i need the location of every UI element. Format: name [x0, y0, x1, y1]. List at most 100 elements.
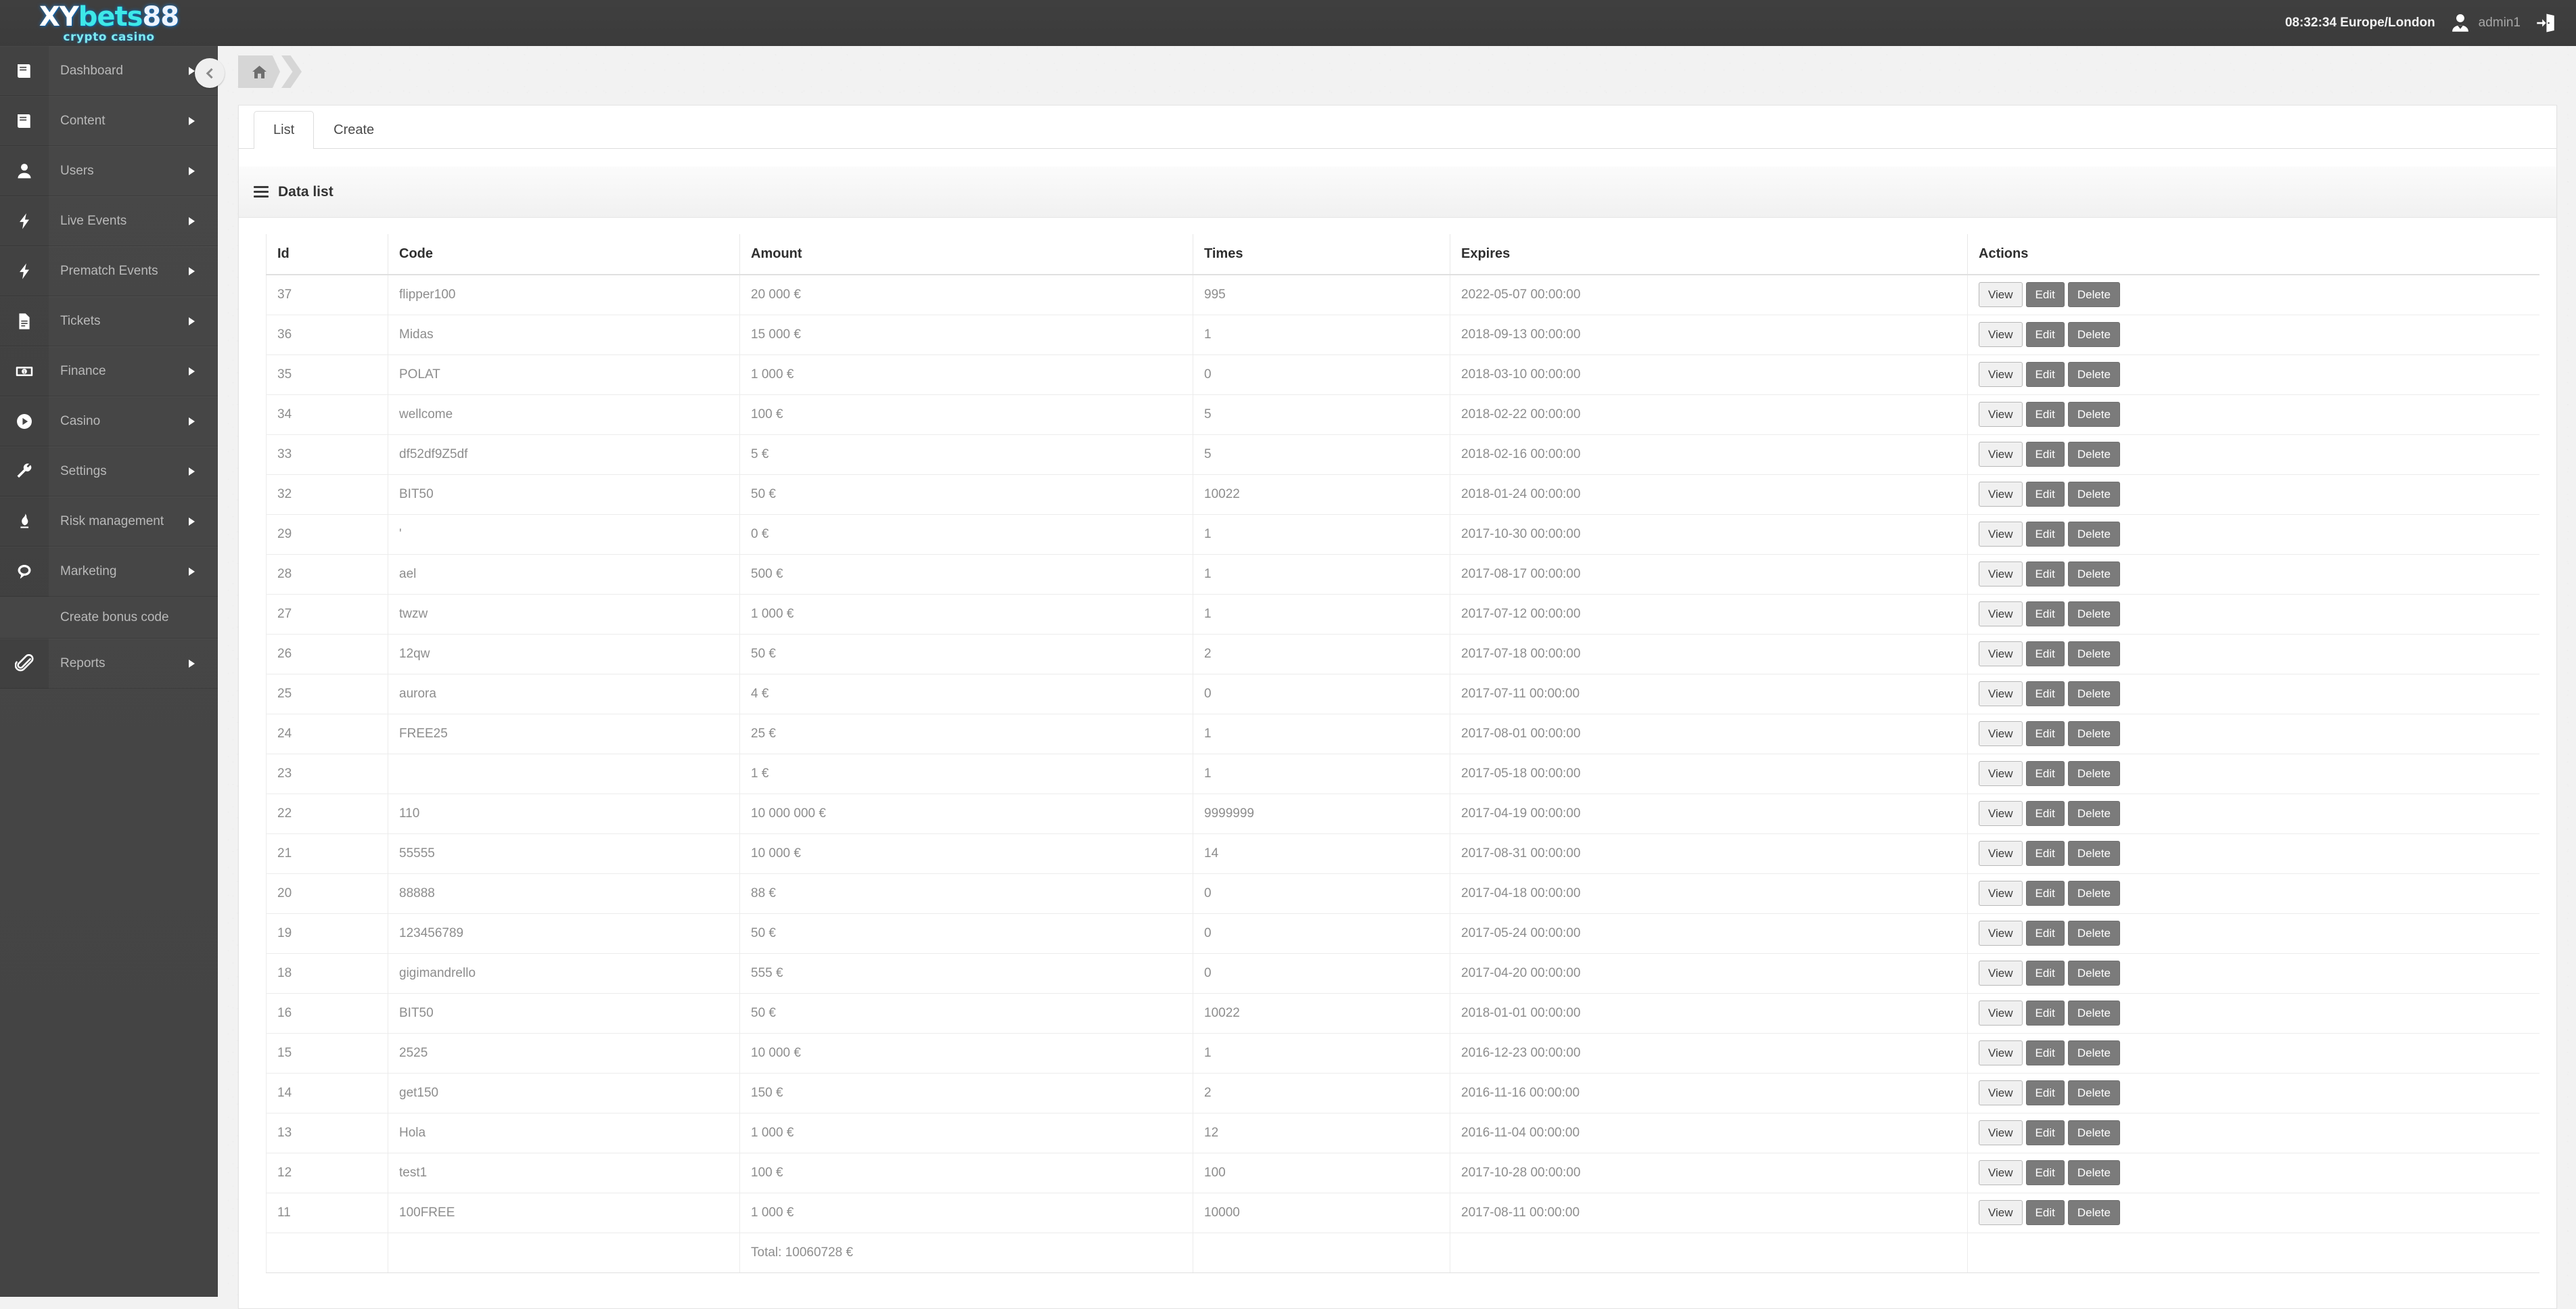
- delete-button[interactable]: Delete: [2068, 1200, 2120, 1225]
- view-button[interactable]: View: [1979, 1200, 2023, 1225]
- edit-button[interactable]: Edit: [2026, 881, 2065, 906]
- delete-button[interactable]: Delete: [2068, 1080, 2120, 1105]
- cell-code: get150: [388, 1073, 740, 1113]
- cell-expires: 2017-07-12 00:00:00: [1450, 594, 1968, 634]
- view-button[interactable]: View: [1979, 442, 2023, 467]
- edit-button[interactable]: Edit: [2026, 721, 2065, 746]
- view-button[interactable]: View: [1979, 601, 2023, 626]
- delete-button[interactable]: Delete: [2068, 561, 2120, 587]
- sidebar-item-settings[interactable]: Settings: [0, 446, 218, 497]
- chevron-right-icon: [189, 417, 195, 426]
- view-button[interactable]: View: [1979, 881, 2023, 906]
- view-button[interactable]: View: [1979, 761, 2023, 786]
- sidebar-item-risk-management[interactable]: Risk management: [0, 497, 218, 547]
- edit-button[interactable]: Edit: [2026, 561, 2065, 587]
- sidebar-item-live-events[interactable]: Live Events: [0, 196, 218, 246]
- edit-button[interactable]: Edit: [2026, 1001, 2065, 1026]
- chevron-right-icon: [189, 117, 195, 125]
- view-button[interactable]: View: [1979, 801, 2023, 826]
- edit-button[interactable]: Edit: [2026, 1080, 2065, 1105]
- view-button[interactable]: View: [1979, 1160, 2023, 1185]
- table-row: 18gigimandrello555 €02017-04-20 00:00:00…: [267, 953, 2539, 993]
- view-button[interactable]: View: [1979, 482, 2023, 507]
- view-button[interactable]: View: [1979, 362, 2023, 387]
- edit-button[interactable]: Edit: [2026, 921, 2065, 946]
- sidebar-item-marketing[interactable]: Marketing: [0, 547, 218, 597]
- edit-button[interactable]: Edit: [2026, 761, 2065, 786]
- user-menu[interactable]: admin1: [2449, 12, 2521, 35]
- sidebar-item-tickets[interactable]: Tickets: [0, 296, 218, 346]
- delete-button[interactable]: Delete: [2068, 522, 2120, 547]
- view-button[interactable]: View: [1979, 1001, 2023, 1026]
- view-button[interactable]: View: [1979, 841, 2023, 866]
- delete-button[interactable]: Delete: [2068, 601, 2120, 626]
- delete-button[interactable]: Delete: [2068, 801, 2120, 826]
- view-button[interactable]: View: [1979, 322, 2023, 347]
- edit-button[interactable]: Edit: [2026, 1200, 2065, 1225]
- sidebar-item-content[interactable]: Content: [0, 96, 218, 146]
- view-button[interactable]: View: [1979, 282, 2023, 307]
- delete-button[interactable]: Delete: [2068, 442, 2120, 467]
- sidebar-item-prematch-events[interactable]: Prematch Events: [0, 246, 218, 296]
- view-button[interactable]: View: [1979, 1120, 2023, 1145]
- delete-button[interactable]: Delete: [2068, 921, 2120, 946]
- sidebar-item-finance[interactable]: 1 Finance: [0, 346, 218, 396]
- sidebar-item-dashboard[interactable]: Dashboard: [0, 46, 218, 96]
- tab-list[interactable]: List: [254, 111, 314, 149]
- delete-button[interactable]: Delete: [2068, 841, 2120, 866]
- view-button[interactable]: View: [1979, 1080, 2023, 1105]
- delete-button[interactable]: Delete: [2068, 761, 2120, 786]
- edit-button[interactable]: Edit: [2026, 482, 2065, 507]
- edit-button[interactable]: Edit: [2026, 322, 2065, 347]
- view-button[interactable]: View: [1979, 641, 2023, 666]
- edit-button[interactable]: Edit: [2026, 841, 2065, 866]
- breadcrumb-home-link[interactable]: [238, 55, 280, 88]
- edit-button[interactable]: Edit: [2026, 1160, 2065, 1185]
- delete-button[interactable]: Delete: [2068, 1160, 2120, 1185]
- edit-button[interactable]: Edit: [2026, 442, 2065, 467]
- edit-button[interactable]: Edit: [2026, 282, 2065, 307]
- delete-button[interactable]: Delete: [2068, 362, 2120, 387]
- sidebar-collapse-toggle[interactable]: [195, 58, 225, 88]
- delete-button[interactable]: Delete: [2068, 881, 2120, 906]
- view-button[interactable]: View: [1979, 961, 2023, 986]
- logout-button[interactable]: [2534, 12, 2557, 35]
- view-button[interactable]: View: [1979, 681, 2023, 706]
- brand-logo[interactable]: XYbets88 crypto casino: [0, 0, 218, 46]
- delete-button[interactable]: Delete: [2068, 1120, 2120, 1145]
- view-button[interactable]: View: [1979, 522, 2023, 547]
- cell-id: 26: [267, 634, 388, 674]
- delete-button[interactable]: Delete: [2068, 282, 2120, 307]
- delete-button[interactable]: Delete: [2068, 721, 2120, 746]
- edit-button[interactable]: Edit: [2026, 1120, 2065, 1145]
- delete-button[interactable]: Delete: [2068, 1001, 2120, 1026]
- edit-button[interactable]: Edit: [2026, 681, 2065, 706]
- delete-button[interactable]: Delete: [2068, 402, 2120, 427]
- sidebar-item-create-bonus-code[interactable]: Create bonus code: [0, 597, 218, 639]
- edit-button[interactable]: Edit: [2026, 801, 2065, 826]
- edit-button[interactable]: Edit: [2026, 641, 2065, 666]
- sidebar-item-casino[interactable]: Casino: [0, 396, 218, 446]
- edit-button[interactable]: Edit: [2026, 601, 2065, 626]
- edit-button[interactable]: Edit: [2026, 522, 2065, 547]
- delete-button[interactable]: Delete: [2068, 482, 2120, 507]
- delete-button[interactable]: Delete: [2068, 1040, 2120, 1065]
- tab-create[interactable]: Create: [314, 111, 394, 149]
- view-button[interactable]: View: [1979, 721, 2023, 746]
- cell-expires: 2017-10-30 00:00:00: [1450, 514, 1968, 554]
- edit-button[interactable]: Edit: [2026, 961, 2065, 986]
- edit-button[interactable]: Edit: [2026, 362, 2065, 387]
- view-button[interactable]: View: [1979, 561, 2023, 587]
- cell-amount: 50 €: [740, 913, 1193, 953]
- delete-button[interactable]: Delete: [2068, 322, 2120, 347]
- delete-button[interactable]: Delete: [2068, 681, 2120, 706]
- sidebar-item-users[interactable]: Users: [0, 146, 218, 196]
- view-button[interactable]: View: [1979, 402, 2023, 427]
- delete-button[interactable]: Delete: [2068, 961, 2120, 986]
- delete-button[interactable]: Delete: [2068, 641, 2120, 666]
- view-button[interactable]: View: [1979, 921, 2023, 946]
- view-button[interactable]: View: [1979, 1040, 2023, 1065]
- edit-button[interactable]: Edit: [2026, 1040, 2065, 1065]
- sidebar-item-reports[interactable]: Reports: [0, 639, 218, 689]
- edit-button[interactable]: Edit: [2026, 402, 2065, 427]
